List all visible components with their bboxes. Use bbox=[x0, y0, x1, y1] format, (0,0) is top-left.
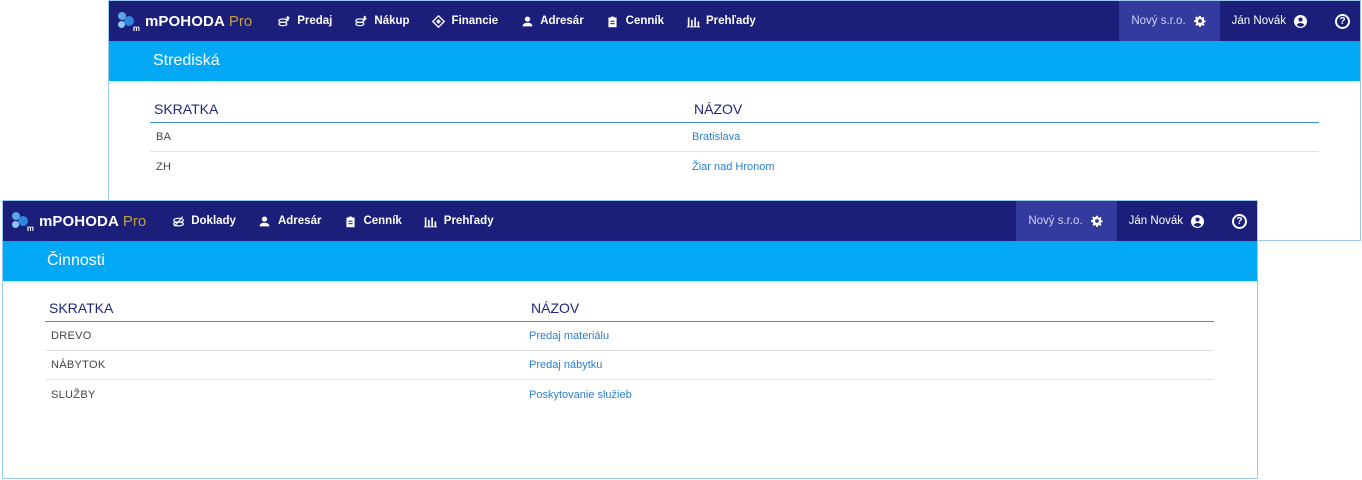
company-selector[interactable]: Nový s.r.o. bbox=[1016, 201, 1117, 241]
pohoda-logo-icon: m bbox=[11, 211, 34, 233]
user-menu[interactable]: Ján Novák bbox=[1220, 1, 1321, 41]
column-header-nazov[interactable]: NÁZOV bbox=[527, 300, 579, 316]
nav-label: Prehľady bbox=[443, 215, 494, 227]
page-title-bar: Činnosti bbox=[3, 241, 1257, 281]
table-row[interactable]: DREVO Predaj materiálu bbox=[45, 322, 1214, 351]
bar-chart-icon bbox=[686, 14, 700, 28]
nav-adresar[interactable]: Adresár bbox=[258, 214, 321, 228]
nav-nakup[interactable]: Nákup bbox=[354, 14, 410, 28]
user-name: Ján Novák bbox=[1128, 215, 1183, 227]
person-icon bbox=[258, 214, 272, 228]
cinnosti-window: m mPOHODA Pro Doklady Adresár Cenník Pre… bbox=[2, 200, 1258, 479]
nav-predaj[interactable]: Predaj bbox=[277, 14, 332, 28]
coins-down-icon bbox=[354, 14, 368, 28]
nav-doklady[interactable]: Doklady bbox=[171, 214, 236, 228]
table-row[interactable]: ZH Žiar nad Hronom bbox=[150, 152, 1319, 181]
brand-suffix: Pro bbox=[228, 12, 253, 30]
nav-label: Predaj bbox=[297, 15, 333, 27]
cell-name-link[interactable]: Žiar nad Hronom bbox=[690, 161, 775, 173]
cell-code: ZH bbox=[156, 160, 172, 173]
company-name: Nový s.r.o. bbox=[1028, 215, 1083, 227]
brand-name: mPOHODA bbox=[145, 12, 225, 30]
brand-name: mPOHODA bbox=[39, 212, 119, 230]
cell-code: BA bbox=[156, 131, 172, 143]
nav-cennik[interactable]: Cenník bbox=[343, 214, 402, 228]
person-icon bbox=[520, 14, 534, 28]
pohoda-logo-icon: m bbox=[117, 11, 140, 33]
nav-label: Adresár bbox=[277, 215, 322, 227]
help-button[interactable]: ? bbox=[1321, 1, 1360, 41]
bar-chart-icon bbox=[424, 214, 438, 228]
help-icon: ? bbox=[1232, 213, 1247, 229]
cell-code: DREVO bbox=[51, 330, 92, 342]
nav-label: Cenník bbox=[363, 215, 402, 227]
finance-icon bbox=[432, 14, 446, 28]
cell-code: SLUŽBY bbox=[51, 388, 96, 401]
brand-suffix: Pro bbox=[122, 212, 147, 230]
strediska-table: SKRATKA NÁZOV BA Bratislava ZH Žiar nad … bbox=[150, 95, 1319, 181]
nav-cennik[interactable]: Cenník bbox=[606, 14, 664, 28]
cell-name-link[interactable]: Predaj nábytku bbox=[527, 359, 602, 371]
brand-logo[interactable]: m mPOHODA Pro bbox=[109, 11, 253, 33]
nav-label: Doklady bbox=[191, 215, 236, 227]
column-header-nazov[interactable]: NÁZOV bbox=[690, 101, 742, 117]
cell-name-link[interactable]: Predaj materiálu bbox=[527, 330, 609, 342]
gear-icon bbox=[1090, 215, 1103, 227]
top-navbar: m mPOHODA Pro Doklady Adresár Cenník Pre… bbox=[3, 201, 1257, 241]
page-title: Strediská bbox=[153, 52, 220, 69]
help-button[interactable]: ? bbox=[1218, 201, 1257, 241]
navbar-right: Nový s.r.o. Ján Novák ? bbox=[1016, 201, 1257, 241]
company-name: Nový s.r.o. bbox=[1131, 15, 1186, 27]
nav-label: Nákup bbox=[374, 15, 410, 27]
coins-icon bbox=[171, 214, 185, 228]
cell-name-link[interactable]: Poskytovanie služieb bbox=[527, 389, 632, 401]
help-icon: ? bbox=[1335, 13, 1350, 29]
page-title: Činnosti bbox=[47, 252, 105, 269]
clipboard-icon bbox=[343, 214, 357, 228]
user-menu[interactable]: Ján Novák bbox=[1117, 201, 1218, 241]
nav-label: Adresár bbox=[540, 15, 584, 27]
coins-up-icon bbox=[277, 14, 291, 28]
navbar-right: Nový s.r.o. Ján Novák ? bbox=[1119, 1, 1360, 41]
table-row[interactable]: SLUŽBY Poskytovanie služieb bbox=[45, 380, 1214, 409]
nav-label: Prehľady bbox=[706, 15, 756, 27]
account-circle-icon bbox=[1294, 14, 1307, 28]
table-row[interactable]: NÁBYTOK Predaj nábytku bbox=[45, 351, 1214, 380]
table-row[interactable]: BA Bratislava bbox=[150, 123, 1319, 152]
gear-icon bbox=[1193, 15, 1206, 27]
user-name: Ján Novák bbox=[1231, 15, 1286, 27]
column-header-skratka[interactable]: SKRATKA bbox=[150, 101, 690, 117]
cell-name-link[interactable]: Bratislava bbox=[690, 131, 740, 143]
brand-logo[interactable]: m mPOHODA Pro bbox=[3, 211, 147, 233]
page-title-bar: Strediská bbox=[109, 41, 1360, 81]
cell-code: NÁBYTOK bbox=[51, 359, 106, 371]
nav-label: Cenník bbox=[625, 15, 665, 27]
nav-adresar[interactable]: Adresár bbox=[520, 14, 584, 28]
clipboard-icon bbox=[606, 14, 620, 28]
nav-label: Financie bbox=[451, 15, 499, 27]
account-circle-icon bbox=[1191, 214, 1204, 228]
column-header-skratka[interactable]: SKRATKA bbox=[45, 300, 527, 316]
top-navbar: m mPOHODA Pro Predaj Nákup Financie Adre… bbox=[109, 1, 1360, 41]
nav-prehlady[interactable]: Prehľady bbox=[424, 214, 494, 228]
nav-financie[interactable]: Financie bbox=[432, 14, 499, 28]
company-selector[interactable]: Nový s.r.o. bbox=[1119, 1, 1220, 41]
table-header: SKRATKA NÁZOV bbox=[45, 294, 1214, 322]
cinnosti-table: SKRATKA NÁZOV DREVO Predaj materiálu NÁB… bbox=[45, 294, 1214, 409]
nav-prehlady[interactable]: Prehľady bbox=[686, 14, 756, 28]
table-header: SKRATKA NÁZOV bbox=[150, 95, 1319, 123]
